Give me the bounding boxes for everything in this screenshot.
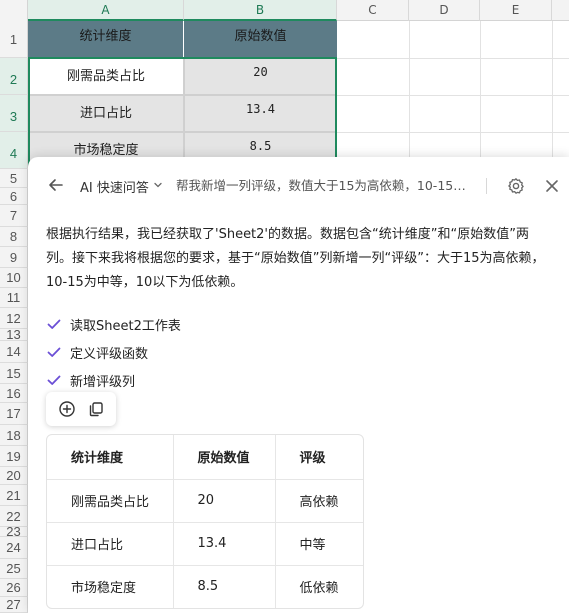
row-header-7[interactable]: 7 bbox=[0, 205, 28, 227]
column-header-row: A B C D E bbox=[0, 0, 569, 21]
gridline bbox=[480, 21, 481, 157]
step-label: 读取Sheet2工作表 bbox=[70, 318, 181, 334]
row-header-11[interactable]: 11 bbox=[0, 288, 28, 308]
step-label: 定义评级函数 bbox=[70, 346, 149, 362]
check-icon bbox=[46, 344, 62, 360]
row-header-17[interactable]: 17 bbox=[0, 403, 28, 425]
column-header-a[interactable]: A bbox=[28, 0, 184, 21]
step-label: 新增评级列 bbox=[70, 374, 136, 390]
header-divider bbox=[486, 178, 487, 194]
row-header-9[interactable]: 9 bbox=[0, 247, 28, 268]
row-header-8[interactable]: 8 bbox=[0, 227, 28, 247]
ai-assistant-panel: AI 快速问答 帮我新增一列评级，数值大于15为高依赖，10-15为中等，10以… bbox=[28, 157, 569, 613]
row-header-13[interactable]: 13 bbox=[0, 328, 28, 341]
cell-a2[interactable]: 刚需品类占比 bbox=[28, 58, 184, 95]
table-header-cell: 统计维度 bbox=[47, 435, 174, 480]
result-toolbar bbox=[46, 392, 116, 426]
column-header-e[interactable]: E bbox=[480, 0, 552, 21]
table-cell: 进口占比 bbox=[47, 522, 174, 566]
row-header-10[interactable]: 10 bbox=[0, 268, 28, 288]
step-item: 定义评级函数 bbox=[46, 338, 181, 366]
row-header-6[interactable]: 6 bbox=[0, 188, 28, 205]
copy-icon[interactable] bbox=[87, 400, 105, 418]
gear-icon[interactable] bbox=[506, 176, 526, 196]
column-header-d[interactable]: D bbox=[409, 0, 480, 21]
gridline bbox=[409, 21, 410, 157]
table-header-cell: 原始数值 bbox=[173, 435, 276, 480]
row-header-19[interactable]: 19 bbox=[0, 446, 28, 467]
row-header-2[interactable]: 2 bbox=[0, 58, 28, 95]
row-header-15[interactable]: 15 bbox=[0, 363, 28, 384]
mode-selector[interactable]: AI 快速问答 bbox=[80, 176, 163, 196]
step-list: 读取Sheet2工作表 定义评级函数 新增评级列 bbox=[46, 310, 181, 394]
row-header-25[interactable]: 25 bbox=[0, 559, 28, 579]
gridline bbox=[552, 21, 553, 157]
row-header-23[interactable]: 23 bbox=[0, 525, 28, 538]
table-cell: 市场稳定度 bbox=[47, 565, 174, 608]
step-item: 新增评级列 bbox=[46, 366, 181, 394]
check-icon bbox=[46, 372, 62, 388]
table-header-row: 统计维度 原始数值 评级 bbox=[47, 435, 363, 480]
cell-a3[interactable]: 进口占比 bbox=[28, 95, 184, 132]
row-header-1[interactable]: 1 bbox=[0, 21, 28, 58]
row-header-4[interactable]: 4 bbox=[0, 132, 28, 169]
query-preview: 帮我新增一列评级，数值大于15为高依赖，10-15为中等，10以下为低依赖 bbox=[176, 178, 472, 193]
mode-label: AI 快速问答 bbox=[80, 180, 149, 196]
check-icon bbox=[46, 316, 62, 332]
row-header-14[interactable]: 14 bbox=[0, 341, 28, 363]
table-cell: 20 bbox=[173, 479, 276, 523]
cell-a1[interactable]: 统计维度 bbox=[28, 21, 184, 58]
table-cell: 中等 bbox=[275, 522, 363, 566]
table-cell: 8.5 bbox=[173, 565, 276, 608]
arrow-left-icon[interactable] bbox=[46, 175, 66, 195]
add-circle-icon[interactable] bbox=[58, 400, 76, 418]
row-header-3[interactable]: 3 bbox=[0, 95, 28, 132]
answer-text: 根据执行结果，我已经获取了'Sheet2'的数据。数据包含“统计维度”和“原始数… bbox=[46, 227, 545, 290]
row-header-16[interactable]: 16 bbox=[0, 384, 28, 403]
close-icon[interactable] bbox=[542, 176, 562, 196]
row-header-18[interactable]: 18 bbox=[0, 425, 28, 446]
select-all-corner[interactable] bbox=[0, 0, 28, 21]
table-row: 市场稳定度 8.5 低依赖 bbox=[47, 565, 363, 608]
column-header-c[interactable]: C bbox=[337, 0, 409, 21]
cell-b3[interactable]: 13.4 bbox=[184, 95, 337, 132]
cell-b1[interactable]: 原始数值 bbox=[184, 21, 337, 58]
row-header-20[interactable]: 20 bbox=[0, 467, 28, 485]
row-header-12[interactable]: 12 bbox=[0, 308, 28, 329]
table-cell: 高依赖 bbox=[275, 479, 363, 523]
table-row: 进口占比 13.4 中等 bbox=[47, 522, 363, 566]
row-header-5[interactable]: 5 bbox=[0, 169, 28, 188]
step-item: 读取Sheet2工作表 bbox=[46, 310, 181, 338]
table-cell: 低依赖 bbox=[299, 581, 339, 597]
row-header-27[interactable]: 27 bbox=[0, 597, 28, 613]
column-header-b[interactable]: B bbox=[184, 0, 337, 21]
table-row: 刚需品类占比 20 高依赖 bbox=[47, 479, 363, 523]
cell-b2[interactable]: 20 bbox=[184, 58, 337, 95]
row-header-26[interactable]: 26 bbox=[0, 579, 28, 597]
panel-header: AI 快速问答 帮我新增一列评级，数值大于15为高依赖，10-15为中等，10以… bbox=[28, 157, 569, 215]
row-header-24[interactable]: 24 bbox=[0, 537, 28, 559]
table-cell: 13.4 bbox=[173, 522, 276, 566]
table-cell: 刚需品类占比 bbox=[47, 479, 174, 523]
row-header-21[interactable]: 21 bbox=[0, 485, 28, 506]
chevron-down-icon bbox=[153, 180, 163, 193]
result-table: 统计维度 原始数值 评级 刚需品类占比 20 高依赖 进口占比 13.4 中等 … bbox=[46, 434, 364, 609]
table-header-cell: 评级 bbox=[275, 435, 363, 480]
